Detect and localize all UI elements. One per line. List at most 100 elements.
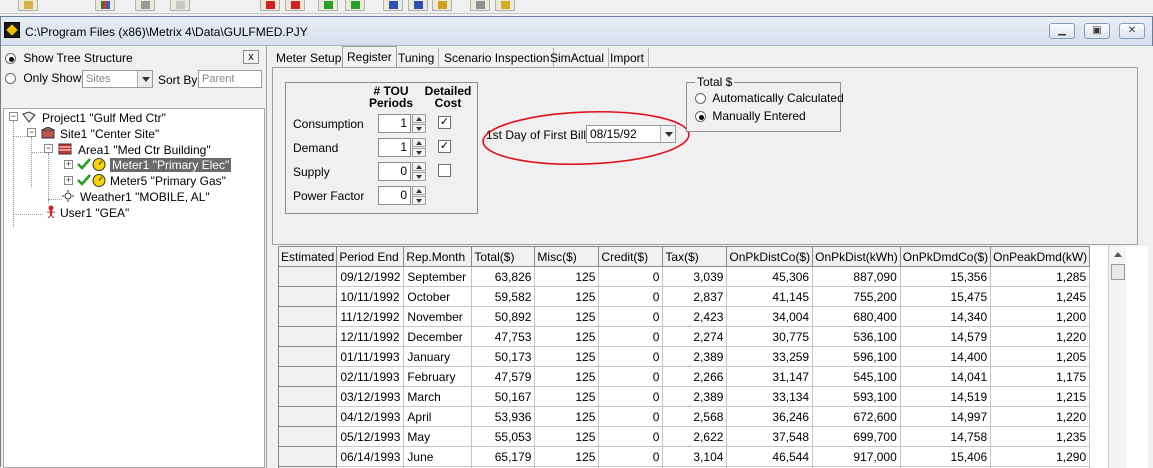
table-cell[interactable]: 50,892 bbox=[472, 307, 535, 327]
table-cell[interactable]: 0 bbox=[599, 367, 663, 387]
scroll-up-icon[interactable] bbox=[1110, 247, 1126, 262]
table-cell[interactable]: 887,090 bbox=[813, 267, 901, 287]
demand-tou-value[interactable]: 1 bbox=[378, 138, 411, 157]
table-row[interactable]: 11/12/1992November50,89212502,42334,0046… bbox=[279, 307, 1090, 327]
table-cell[interactable]: 50,167 bbox=[472, 387, 535, 407]
column-header[interactable]: OnPkDistCo($) bbox=[727, 247, 813, 267]
table-cell[interactable]: 50,173 bbox=[472, 347, 535, 367]
table-cell[interactable]: 14,579 bbox=[900, 327, 990, 347]
table-cell[interactable]: 31,147 bbox=[727, 367, 813, 387]
tree-node-user[interactable]: User1 "GEA" bbox=[60, 206, 129, 220]
site-expander[interactable]: − bbox=[27, 128, 36, 137]
tab-meter-setup[interactable]: Meter Setup bbox=[272, 48, 346, 68]
tree-node-meter1[interactable]: Meter1 "Primary Elec" bbox=[110, 158, 231, 172]
table-cell[interactable]: 125 bbox=[535, 367, 599, 387]
table-cell[interactable]: 10/11/1992 bbox=[337, 287, 404, 307]
grid-vertical-scrollbar[interactable] bbox=[1108, 246, 1126, 468]
table-cell[interactable]: 14,997 bbox=[900, 407, 990, 427]
table-cell[interactable]: 0 bbox=[599, 447, 663, 467]
table-cell[interactable]: 0 bbox=[599, 287, 663, 307]
table-row[interactable]: 04/12/1993April53,93612502,56836,246672,… bbox=[279, 407, 1090, 427]
table-cell[interactable]: 2,622 bbox=[663, 427, 727, 447]
table-cell[interactable]: 15,475 bbox=[900, 287, 990, 307]
estimated-cell[interactable] bbox=[279, 327, 337, 347]
column-header[interactable]: OnPkDmdCo($) bbox=[900, 247, 990, 267]
estimated-cell[interactable] bbox=[279, 267, 337, 287]
toolbar-check-button[interactable] bbox=[383, 0, 403, 11]
project-expander[interactable]: − bbox=[9, 112, 18, 121]
scroll-thumb[interactable] bbox=[1111, 264, 1125, 280]
table-cell[interactable]: 125 bbox=[535, 307, 599, 327]
table-cell[interactable]: 14,041 bbox=[900, 367, 990, 387]
table-cell[interactable]: 0 bbox=[599, 307, 663, 327]
table-cell[interactable]: 125 bbox=[535, 427, 599, 447]
table-cell[interactable]: 1,175 bbox=[991, 367, 1090, 387]
table-cell[interactable]: 3,104 bbox=[663, 447, 727, 467]
table-cell[interactable]: 09/12/1992 bbox=[337, 267, 404, 287]
tree-node-site[interactable]: Site1 "Center Site" bbox=[60, 127, 159, 141]
table-cell[interactable]: 05/12/1993 bbox=[337, 427, 404, 447]
table-cell[interactable]: 680,400 bbox=[813, 307, 901, 327]
table-cell[interactable]: 65,179 bbox=[472, 447, 535, 467]
column-header[interactable]: Credit($) bbox=[599, 247, 663, 267]
table-cell[interactable]: 545,100 bbox=[813, 367, 901, 387]
estimated-cell[interactable] bbox=[279, 307, 337, 327]
column-header[interactable]: Tax($) bbox=[663, 247, 727, 267]
table-cell[interactable]: 34,004 bbox=[727, 307, 813, 327]
table-cell[interactable]: 41,145 bbox=[727, 287, 813, 307]
consumption-detailed-cost-checkbox[interactable]: ✓ bbox=[438, 116, 451, 129]
table-cell[interactable]: 1,220 bbox=[991, 407, 1090, 427]
show-tree-radio[interactable] bbox=[5, 53, 16, 64]
table-cell[interactable]: March bbox=[404, 387, 472, 407]
table-cell[interactable]: 04/12/1993 bbox=[337, 407, 404, 427]
table-cell[interactable]: April bbox=[404, 407, 472, 427]
table-cell[interactable]: 15,406 bbox=[900, 447, 990, 467]
table-cell[interactable]: 596,100 bbox=[813, 347, 901, 367]
table-cell[interactable]: 2,389 bbox=[663, 347, 727, 367]
toolbar-key-button[interactable] bbox=[432, 0, 452, 11]
table-cell[interactable]: 125 bbox=[535, 287, 599, 307]
table-cell[interactable]: 0 bbox=[599, 427, 663, 447]
power-factor-value[interactable]: 0 bbox=[378, 186, 411, 205]
table-cell[interactable]: 125 bbox=[535, 347, 599, 367]
table-row[interactable]: 09/12/1992September63,82612503,03945,306… bbox=[279, 267, 1090, 287]
table-cell[interactable]: 01/11/1993 bbox=[337, 347, 404, 367]
chevron-down-icon[interactable] bbox=[137, 71, 152, 87]
table-cell[interactable]: 46,544 bbox=[727, 447, 813, 467]
toolbar-delete-button[interactable] bbox=[135, 0, 155, 11]
table-cell[interactable]: 37,548 bbox=[727, 427, 813, 447]
table-cell[interactable]: 1,205 bbox=[991, 347, 1090, 367]
table-cell[interactable]: 06/14/1993 bbox=[337, 447, 404, 467]
table-cell[interactable]: 02/11/1993 bbox=[337, 367, 404, 387]
table-cell[interactable]: 14,400 bbox=[900, 347, 990, 367]
stepper-down-icon[interactable] bbox=[412, 196, 426, 205]
supply-tou-value[interactable]: 0 bbox=[378, 162, 411, 181]
table-row[interactable]: 01/11/1993January50,17312502,38933,25959… bbox=[279, 347, 1090, 367]
only-show-option[interactable]: Only Show... bbox=[5, 71, 91, 85]
demand-detailed-cost-checkbox[interactable]: ✓ bbox=[438, 140, 451, 153]
tree-pane-close-button[interactable]: x bbox=[243, 50, 259, 64]
tree-node-weather[interactable]: Weather1 "MOBILE, AL" bbox=[80, 190, 210, 204]
table-cell[interactable]: June bbox=[404, 447, 472, 467]
column-header[interactable]: Rep.Month bbox=[404, 247, 472, 267]
table-cell[interactable]: 0 bbox=[599, 327, 663, 347]
toolbar-open-button[interactable] bbox=[18, 0, 38, 11]
table-cell[interactable]: 55,053 bbox=[472, 427, 535, 447]
maximize-button[interactable]: ▣ bbox=[1084, 23, 1110, 39]
tree-node-area[interactable]: Area1 "Med Ctr Building" bbox=[78, 143, 211, 157]
table-cell[interactable]: 11/12/1992 bbox=[337, 307, 404, 327]
stepper-up-icon[interactable] bbox=[412, 186, 426, 195]
table-cell[interactable]: 14,340 bbox=[900, 307, 990, 327]
toolbar-up-button[interactable] bbox=[285, 0, 305, 11]
table-cell[interactable]: 33,134 bbox=[727, 387, 813, 407]
table-cell[interactable]: 0 bbox=[599, 347, 663, 367]
column-header[interactable]: OnPeakDmd(kW) bbox=[991, 247, 1090, 267]
show-tree-option[interactable]: Show Tree Structure bbox=[5, 51, 133, 65]
table-cell[interactable]: 53,936 bbox=[472, 407, 535, 427]
table-cell[interactable]: 47,579 bbox=[472, 367, 535, 387]
table-cell[interactable]: 593,100 bbox=[813, 387, 901, 407]
table-cell[interactable]: October bbox=[404, 287, 472, 307]
table-row[interactable]: 02/11/1993February47,57912502,26631,1475… bbox=[279, 367, 1090, 387]
tree-node-project[interactable]: Project1 "Gulf Med Ctr" bbox=[42, 111, 166, 125]
stepper-down-icon[interactable] bbox=[412, 172, 426, 181]
